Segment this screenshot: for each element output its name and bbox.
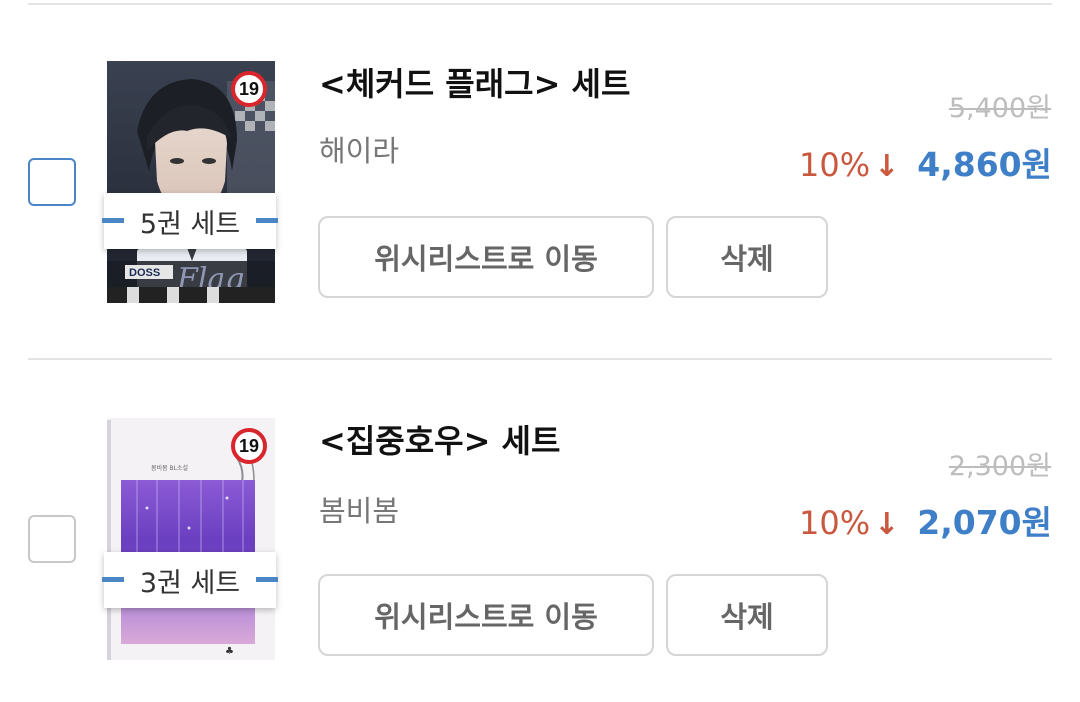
- book-title[interactable]: <집중호우> 세트: [319, 416, 560, 462]
- down-arrow-icon: ↓: [874, 507, 900, 542]
- volume-count-tag: 3권 세트: [102, 552, 278, 608]
- book-cover[interactable]: 봄비봄 BL소설 ♣ 19: [107, 418, 275, 660]
- original-price: 2,300원: [948, 451, 1051, 482]
- book-author[interactable]: 봄비봄: [319, 488, 399, 530]
- move-to-wishlist-button[interactable]: 위시리스트로 이동: [318, 574, 654, 656]
- svg-text:♣: ♣: [225, 646, 234, 657]
- price-row: 10% ↓ 2,070원: [799, 496, 1052, 544]
- delete-button[interactable]: 삭제: [666, 574, 828, 656]
- svg-text:봄비봄 BL소설: 봄비봄 BL소설: [151, 464, 188, 472]
- item-checkbox[interactable]: [28, 515, 76, 563]
- sale-price: 2,070원: [917, 503, 1052, 542]
- cart-item: 봄비봄 BL소설 ♣ 19 3권 세트 <집중호우> 세트 봄비봄 2,300원…: [0, 0, 1080, 660]
- svg-text:DOSS: DOSS: [129, 267, 160, 279]
- age-rating-badge: 19: [231, 428, 267, 464]
- item-divider: [28, 358, 1052, 360]
- discount-rate: 10%: [798, 504, 871, 542]
